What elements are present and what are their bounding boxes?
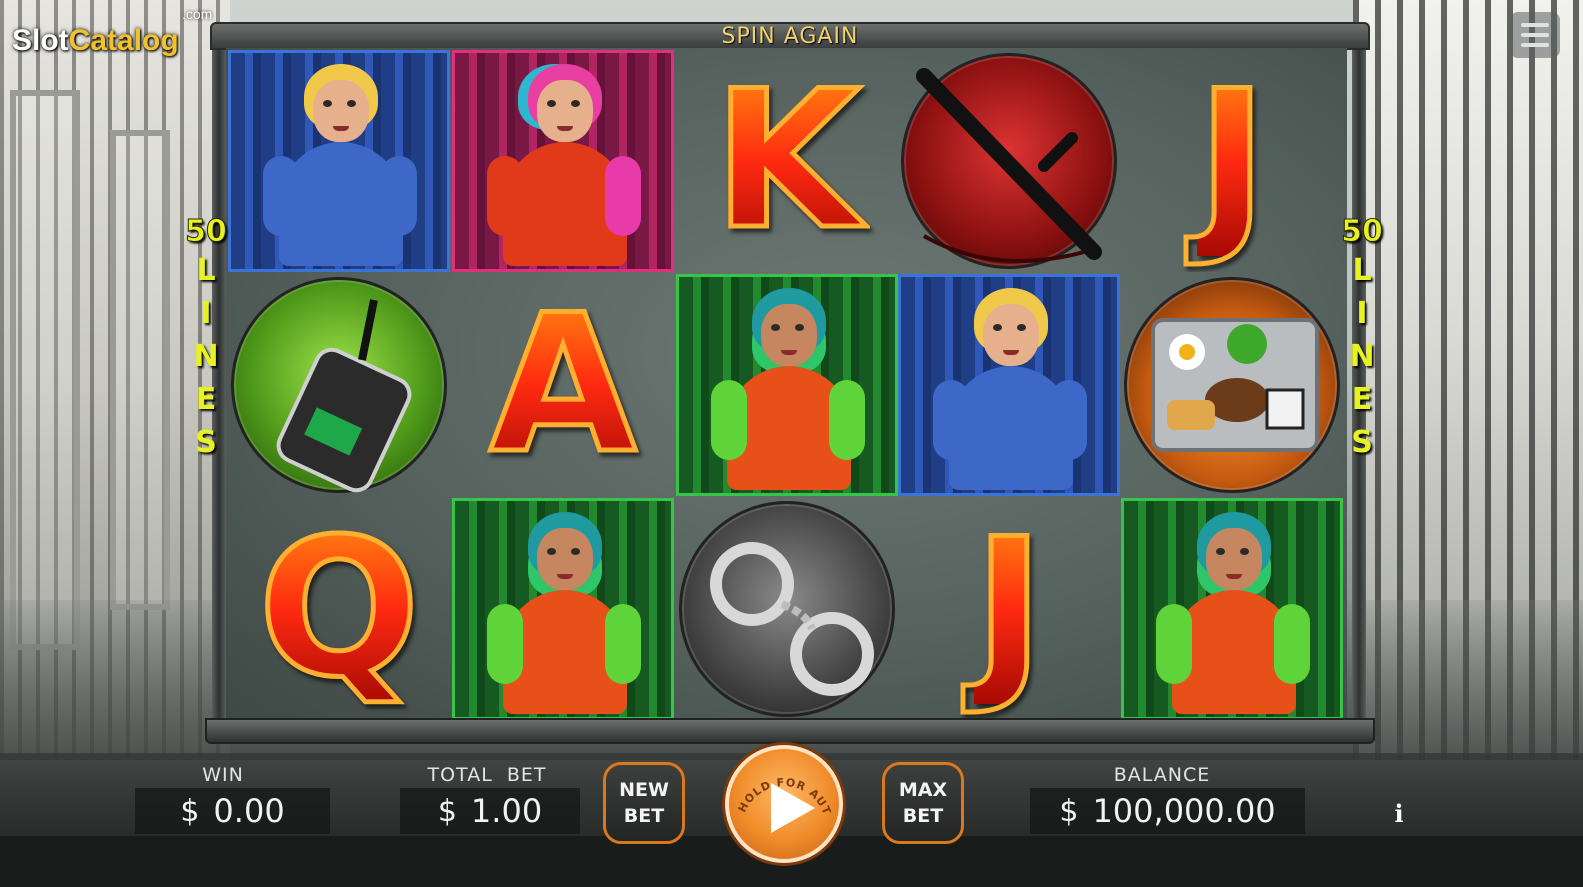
baton-icon (916, 68, 1102, 263)
lines-letter: S (1351, 425, 1373, 460)
cell-door (110, 130, 170, 610)
symbol-green-woman (1121, 498, 1343, 720)
win-label: WIN (202, 764, 244, 786)
new-bet-line1: NEW (619, 779, 669, 801)
win-value: 0.00 (213, 792, 285, 830)
handcuffs-icon (710, 542, 874, 696)
logo-slot-text: Slot (12, 24, 69, 57)
pink-woman-figure (473, 56, 653, 266)
total-bet-label: TOTAL BET (427, 764, 547, 786)
cell-door (10, 90, 80, 650)
letter-j: J (1194, 50, 1270, 271)
symbol-letter-q: Q (228, 498, 450, 720)
total-bet-currency: $ (437, 793, 457, 829)
symbol-guard-woman (898, 274, 1120, 496)
spin-button[interactable]: HOLD FOR AUTOSPIN (725, 745, 843, 863)
green-woman-figure (1142, 504, 1322, 714)
logo-tld-text: .com (182, 6, 213, 22)
lines-letter: E (1351, 382, 1373, 417)
win-currency: $ (180, 793, 200, 829)
info-icon: i (1394, 798, 1404, 828)
info-button[interactable]: i (1384, 798, 1414, 828)
green-woman-figure (697, 280, 877, 490)
letter-j: J (971, 498, 1047, 719)
lines-letter: E (195, 382, 217, 417)
balance-label: BALANCE (1113, 764, 1211, 786)
symbol-food-tray (1121, 274, 1343, 496)
lines-label-left: 50 L I N E S (184, 214, 228, 464)
guard-woman-figure (249, 56, 429, 266)
symbol-walkie-talkie (228, 274, 450, 496)
letter-k: K (711, 50, 863, 271)
handcuffs-icon (679, 501, 895, 717)
logo-catalog-text: Catalog (68, 24, 179, 57)
symbol-green-woman (452, 498, 674, 720)
menu-button[interactable] (1510, 12, 1560, 58)
lines-count: 50 (1341, 214, 1384, 250)
slotcatalog-logo: Slot Catalog .com (12, 6, 212, 58)
symbol-handcuffs (676, 498, 898, 720)
spin-message: SPIN AGAIN (721, 23, 859, 49)
walkie-talkie-icon (231, 277, 447, 493)
food-tray-icon (1151, 318, 1319, 452)
green-woman-figure (473, 504, 653, 714)
max-bet-line1: MAX (898, 779, 948, 801)
hamburger-icon (1521, 23, 1549, 27)
new-bet-line2: BET (623, 805, 665, 827)
max-bet-button[interactable]: MAX BET (882, 762, 964, 844)
win-display: $ 0.00 (135, 788, 330, 834)
symbol-letter-j: J (898, 498, 1120, 720)
lines-letter: S (195, 425, 217, 460)
letter-q: Q (256, 498, 423, 719)
balance-value: 100,000.00 (1092, 792, 1276, 830)
symbol-guard-woman (228, 50, 450, 272)
reel-footer (205, 718, 1375, 744)
lines-letter: I (1356, 296, 1368, 331)
total-bet-value: 1.00 (470, 792, 543, 830)
baton-icon (901, 53, 1117, 269)
food-tray-icon (1124, 277, 1340, 493)
reel-header: SPIN AGAIN (210, 22, 1370, 50)
play-icon (771, 783, 815, 833)
symbol-baton (898, 50, 1120, 272)
lines-letter: L (1352, 253, 1372, 288)
hamburger-icon (1521, 43, 1549, 47)
symbol-letter-a: A (452, 274, 674, 496)
lines-letter: N (1349, 339, 1375, 374)
total-bet-display: $ 1.00 (400, 788, 580, 834)
max-bet-line2: BET (902, 805, 944, 827)
symbol-green-woman (676, 274, 898, 496)
lines-count: 50 (185, 214, 228, 250)
balance-currency: $ (1059, 793, 1079, 829)
lines-letter: N (193, 339, 219, 374)
lines-letter: I (200, 296, 212, 331)
symbol-letter-j: J (1121, 50, 1343, 272)
hamburger-icon (1521, 33, 1549, 37)
new-bet-button[interactable]: NEW BET (603, 762, 685, 844)
reel-grid: K J A Q J (226, 48, 1347, 720)
symbol-pink-woman (452, 50, 674, 272)
letter-a: A (487, 274, 639, 495)
lines-letter: L (196, 253, 216, 288)
guard-woman-figure (919, 280, 1099, 490)
walkie-talkie-icon (276, 299, 412, 493)
symbol-letter-k: K (676, 50, 898, 272)
lines-label-right: 50 L I N E S (1340, 214, 1384, 464)
balance-display: $ 100,000.00 (1030, 788, 1305, 834)
